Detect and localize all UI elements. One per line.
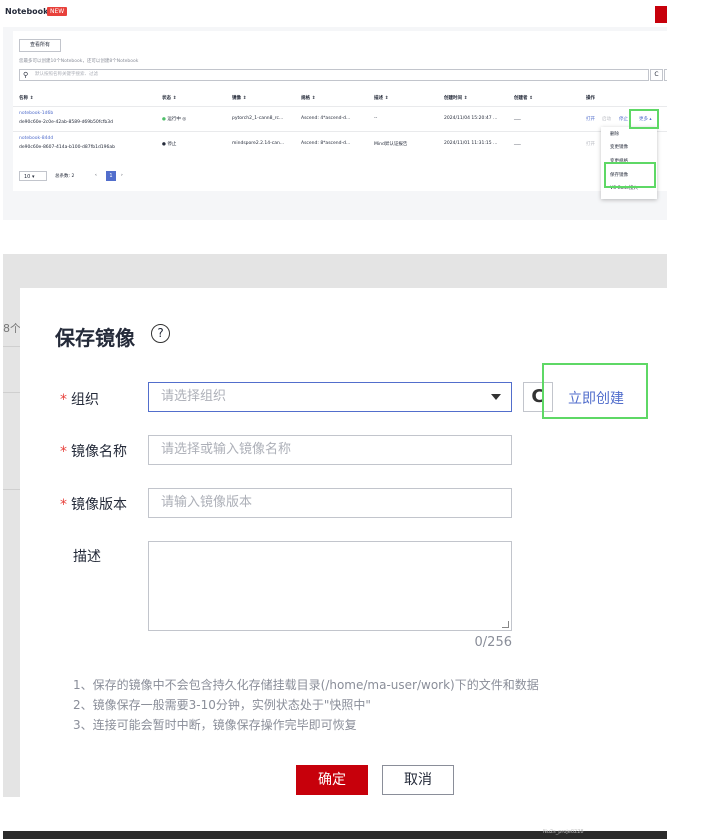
refresh-button[interactable]: C (650, 69, 663, 81)
highlight-more (629, 109, 659, 129)
org-select[interactable]: 请选择组织 (148, 382, 512, 412)
help-icon[interactable]: ? (151, 324, 170, 343)
created-cell: 2024/11/04 15:20:47 ... (444, 116, 498, 121)
stop-action[interactable]: 停止 (619, 116, 628, 122)
open-action[interactable]: 打开 (586, 141, 595, 147)
notebook-name-link[interactable]: notebook-84dd (19, 136, 53, 141)
quota-hint: 您最多可以创建10个Notebook，还可以创建8个Notebook (19, 59, 139, 64)
org-label: * 组织 (60, 389, 99, 409)
open-action[interactable]: 打开 (586, 116, 595, 122)
notebook-titlebar: Notebook NEW (3, 3, 667, 27)
page-1-button[interactable]: 1 (106, 171, 116, 181)
cancel-button[interactable]: 取消 (382, 765, 454, 795)
required-mark: * (60, 497, 67, 513)
save-note-1: 1、保存的镜像中不会包含持久化存储挂载目录(/home/ma-user/work… (73, 678, 539, 692)
notebook-id: de90c60e-8607-414a-b100-d87fb1d196ab (19, 145, 116, 150)
background-divider (3, 489, 20, 490)
dialog-title: 保存镜像 (55, 326, 135, 350)
settings-button[interactable] (664, 69, 667, 81)
required-mark: * (60, 444, 67, 460)
notebook-id: de90c60e-2c0e-42ab-8589-d69b50fcfb3d (19, 120, 113, 125)
created-cell: 2024/11/01 11:31:15 ... (444, 141, 498, 146)
highlight-save-image (604, 162, 656, 188)
resize-handle-icon[interactable] (502, 621, 509, 628)
bottom-taskbar: Nu2s_proje0228 (3, 829, 667, 839)
description-char-counter: 0/256 (474, 635, 512, 650)
column-header-status[interactable]: 状态 ⇕ (162, 95, 176, 101)
total-count: 总条数: 2 (55, 174, 75, 179)
spec-cell: Ascend: 8*ascend-d... (301, 141, 351, 146)
new-tag: NEW (47, 7, 68, 16)
description-label: 描述 (73, 549, 101, 565)
taskbar-text: Nu2s_proje0228 (543, 829, 584, 835)
save-note-3: 3、连接可能会暂时中断，镜像保存操作完毕即可恢复 (73, 718, 357, 732)
page-size-value: 10 (24, 174, 31, 180)
notebook-title: Notebook (5, 7, 49, 16)
chevron-down-icon (491, 394, 501, 400)
image-version-input[interactable]: 请输入镜像版本 (148, 488, 512, 518)
image-version-label-text: 镜像版本 (71, 497, 127, 513)
next-page-button[interactable]: › (121, 173, 123, 178)
page-size-select[interactable]: 10 ▾ (19, 171, 47, 181)
required-mark: * (60, 392, 67, 408)
status-text: 运行中 ◎ (167, 117, 187, 122)
image-name-label-text: 镜像名称 (71, 444, 127, 460)
save-image-dialog: 保存镜像 ? * 组织 请选择组织 C 立即创建 * 镜像名称 请选择或输入镜像名称… (20, 288, 667, 797)
prev-page-button[interactable]: ‹ (95, 173, 97, 178)
start-action[interactable]: 启动 (602, 116, 611, 122)
column-header-name[interactable]: 名称 ⇕ (19, 95, 33, 101)
save-note-2: 2、镜像保存一般需要3-10分钟，实例状态处于"快照中" (73, 698, 371, 712)
confirm-button[interactable]: 确定 (296, 765, 368, 795)
column-header-actions: 操作 (586, 96, 595, 101)
notebook-list-panel: Notebook NEW 查看所有 您最多可以创建10个Notebook，还可以… (3, 3, 667, 220)
table-row: notebook-1d6b de90c60e-2c0e-42ab-8589-d6… (13, 106, 667, 131)
menu-item-change-image[interactable]: 变更镜像 (610, 144, 628, 150)
desc-cell: -- (374, 116, 378, 121)
create-notebook-button[interactable] (655, 6, 667, 23)
dialog-backdrop: 8个 保存镜像 ? * 组织 请选择组织 C 立即创建 * 镜像名称 请选择或输入镜… (3, 254, 667, 797)
highlight-create-org (542, 363, 648, 419)
image-name-label: * 镜像名称 (60, 441, 127, 461)
org-label-text: 组织 (71, 392, 99, 408)
table-row: notebook-84dd de90c60e-8607-414a-b100-d8… (13, 131, 667, 156)
column-header-created[interactable]: 创建时间 ⇕ (444, 95, 467, 101)
menu-item-delete[interactable]: 删除 (610, 131, 619, 137)
status-badge: ● 运行中 ◎ (162, 116, 186, 122)
creator-cell: ___ (514, 116, 521, 121)
status-stopped-icon: ● (162, 142, 166, 147)
column-header-creator[interactable]: 创建者 ⇕ (514, 95, 533, 101)
notebook-name-link[interactable]: notebook-1d6b (19, 111, 53, 116)
spec-cell: Ascend: 4*ascend-d... (301, 116, 351, 121)
search-icon: ⚲ (23, 71, 29, 79)
image-version-placeholder: 请输入镜像版本 (161, 495, 253, 510)
column-header-desc[interactable]: 描述 ⇕ (374, 95, 388, 101)
search-input[interactable]: ⚲ 默认按照名称关键字搜索、过滤 (19, 69, 649, 81)
image-cell: mindspore2.2.14-can... (232, 141, 285, 146)
background-divider (3, 346, 20, 347)
creator-cell: ___ (514, 141, 521, 146)
desc-cell: Mind昇认证报告 (374, 142, 408, 147)
column-header-image[interactable]: 镜像 ⇕ (232, 95, 246, 101)
org-placeholder: 请选择组织 (161, 389, 227, 404)
image-cell: pytorch2_1-cann8_rc... (232, 116, 284, 121)
image-name-input[interactable]: 请选择或输入镜像名称 (148, 435, 512, 465)
column-header-spec[interactable]: 规格 ⇕ (301, 95, 315, 101)
status-text: 停止 (167, 142, 177, 147)
image-name-placeholder: 请选择或输入镜像名称 (161, 442, 292, 457)
image-version-label: * 镜像版本 (60, 494, 127, 514)
notebook-table-card: 查看所有 您最多可以创建10个Notebook，还可以创建8个Notebook … (13, 31, 667, 191)
status-running-icon: ● (162, 117, 166, 122)
background-divider (3, 392, 20, 393)
status-badge: ● 停止 (162, 141, 176, 147)
view-all-button[interactable]: 查看所有 (19, 39, 61, 52)
search-placeholder: 默认按照名称关键字搜索、过滤 (35, 72, 98, 77)
description-textarea[interactable] (148, 541, 512, 631)
background-fragment-text: 8个 (3, 322, 21, 335)
